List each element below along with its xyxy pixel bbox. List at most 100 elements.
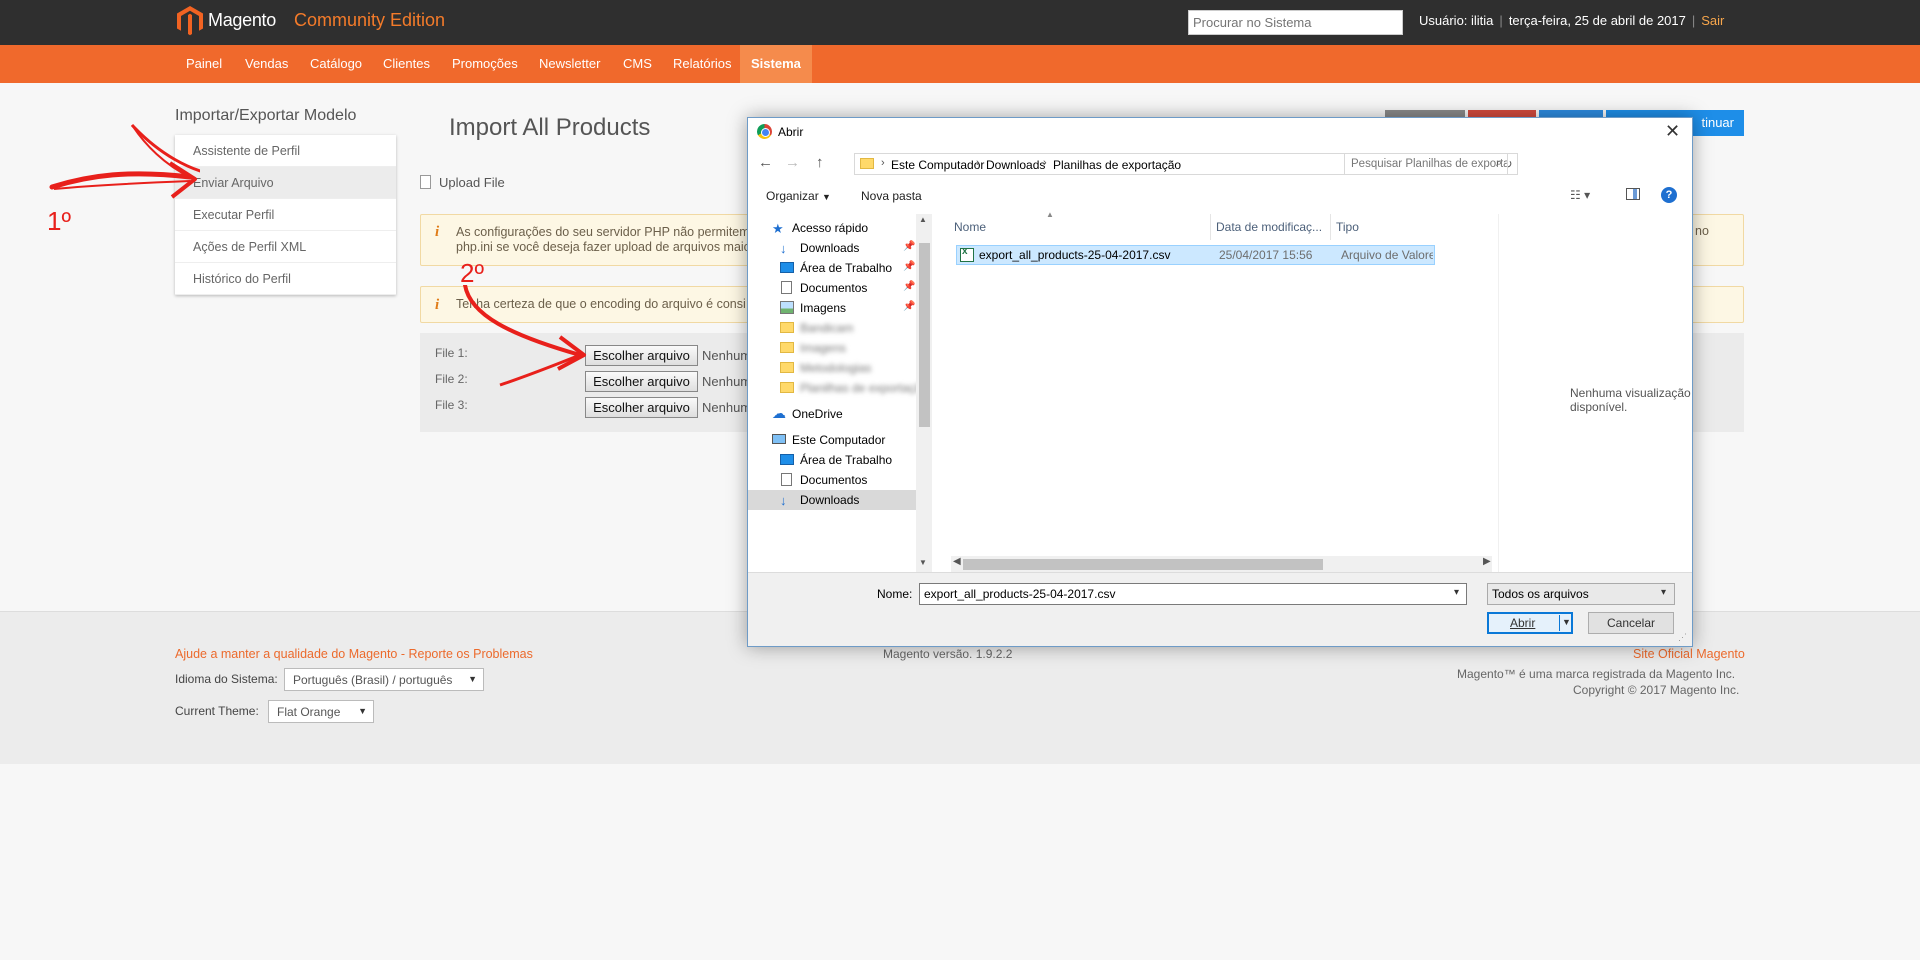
- chevron-down-icon: ▼: [468, 674, 477, 684]
- new-folder-button[interactable]: Nova pasta: [861, 189, 922, 203]
- file-3-choose-button[interactable]: Escolher arquivo: [585, 397, 698, 418]
- chevron-right-icon: ›: [976, 157, 980, 169]
- up-arrow-icon[interactable]: ↑: [816, 154, 824, 171]
- nav-pc-downloads[interactable]: ↓ Downloads: [748, 490, 916, 510]
- documents-icon: [781, 281, 792, 294]
- nav-sistema[interactable]: Sistema: [740, 45, 812, 83]
- upload-file-heading: Upload File: [420, 175, 505, 190]
- nav-downloads[interactable]: ↓ Downloads 📌: [748, 238, 916, 258]
- file-list-hscroll-thumb[interactable]: [963, 559, 1323, 570]
- nav-pc-documents[interactable]: Documentos: [748, 470, 916, 490]
- column-divider: [1210, 214, 1211, 240]
- folder-icon: [780, 382, 794, 393]
- pin-icon: 📌: [903, 241, 916, 252]
- nav-vendas[interactable]: Vendas: [234, 45, 299, 83]
- nav-pc-desktop[interactable]: Área de Trabalho: [748, 450, 916, 470]
- nav-catalogo[interactable]: Catálogo: [299, 45, 373, 83]
- nav-this-pc[interactable]: Este Computador: [748, 430, 916, 450]
- dialog-titlebar[interactable]: [748, 118, 1692, 146]
- nav-cms[interactable]: CMS: [612, 45, 663, 83]
- nav-folder-methodologies[interactable]: Metodologias: [748, 358, 916, 378]
- folder-icon: [780, 322, 794, 333]
- magento-logo-icon[interactable]: [177, 6, 203, 36]
- sort-up-icon: ▲: [1046, 210, 1054, 219]
- magento-version: Magento versão. 1.9.2.2: [883, 647, 1013, 661]
- chevron-down-icon[interactable]: ▼: [1562, 617, 1571, 627]
- forward-arrow-icon[interactable]: →: [785, 154, 800, 171]
- back-arrow-icon[interactable]: ←: [758, 154, 773, 171]
- chevron-down-icon[interactable]: ▾: [1661, 587, 1666, 598]
- dialog-title: Abrir: [778, 125, 804, 139]
- star-icon: ★: [772, 221, 784, 236]
- sidebar-tabs: Assistente de Perfil Enviar Arquivo Exec…: [175, 135, 396, 295]
- computer-icon: [772, 434, 786, 444]
- sidebar-item-run-profile[interactable]: Executar Perfil: [175, 199, 396, 231]
- chevron-up-icon[interactable]: ▲: [919, 215, 927, 224]
- nav-label: Downloads: [800, 241, 860, 255]
- theme-label: Current Theme:: [175, 704, 259, 718]
- chevron-right-icon: ›: [881, 157, 885, 169]
- sidebar-item-upload-file[interactable]: Enviar Arquivo: [175, 167, 396, 199]
- report-issues-link[interactable]: Ajude a manter a qualidade do Magento - …: [175, 647, 533, 661]
- nav-label: Imagens: [800, 341, 847, 355]
- navigation-scroll-thumb[interactable]: [919, 243, 930, 427]
- column-type[interactable]: Tipo: [1336, 220, 1359, 234]
- nav-clientes[interactable]: Clientes: [372, 45, 441, 83]
- file-2-choose-button[interactable]: Escolher arquivo: [585, 371, 698, 392]
- file-3-label: File 3:: [435, 398, 468, 412]
- sidebar-item-profile-wizard[interactable]: Assistente de Perfil: [175, 135, 396, 167]
- open-button[interactable]: Abrir ▼: [1487, 612, 1573, 634]
- annotation-step-1: 1º: [47, 206, 71, 236]
- sidebar-item-xml-actions[interactable]: Ações de Perfil XML: [175, 231, 396, 263]
- excel-file-icon: [960, 246, 974, 262]
- upload-file-label: Upload File: [439, 175, 505, 190]
- resize-grip-icon[interactable]: ⋰: [1678, 632, 1687, 643]
- theme-select[interactable]: Flat Orange ▼: [268, 700, 374, 723]
- nav-relatorios[interactable]: Relatórios: [662, 45, 743, 83]
- trademark-text: Magento™ é uma marca registrada da Magen…: [1457, 667, 1736, 681]
- nav-folder-bandicam[interactable]: Bandicam: [748, 318, 916, 338]
- global-search-input[interactable]: [1188, 10, 1403, 35]
- chevron-left-icon[interactable]: ◀: [953, 556, 961, 567]
- nav-documents[interactable]: Documentos 📌: [748, 278, 916, 298]
- nav-promocoes[interactable]: Promoções: [441, 45, 529, 83]
- official-site-link[interactable]: Site Oficial Magento: [1633, 647, 1745, 661]
- pin-icon: 📌: [903, 301, 916, 312]
- info-icon: i: [435, 224, 440, 240]
- cancel-button[interactable]: Cancelar: [1588, 612, 1674, 634]
- chevron-right-icon[interactable]: ▶: [1483, 556, 1491, 567]
- nav-desktop[interactable]: Área de Trabalho 📌: [748, 258, 916, 278]
- file-type-filter[interactable]: Todos os arquivos: [1487, 583, 1675, 605]
- language-value: Português (Brasil) / português: [293, 673, 453, 687]
- preview-pane-icon[interactable]: [1626, 188, 1640, 200]
- organize-menu[interactable]: Organizar ▼: [766, 189, 831, 203]
- file-row[interactable]: export_all_products-25-04-2017.csv 25/04…: [956, 245, 1435, 265]
- chevron-down-icon[interactable]: ▼: [919, 558, 927, 567]
- close-icon[interactable]: ✕: [1665, 121, 1680, 142]
- nav-newsletter[interactable]: Newsletter: [528, 45, 611, 83]
- logout-link[interactable]: Sair: [1701, 13, 1724, 28]
- view-options-icon[interactable]: ☷ ▾: [1570, 188, 1590, 202]
- nav-label: Documentos: [800, 473, 868, 487]
- nav-onedrive[interactable]: ☁ OneDrive: [748, 404, 916, 424]
- help-icon[interactable]: ?: [1661, 187, 1677, 203]
- nav-folder-images[interactable]: Imagens: [748, 338, 916, 358]
- nav-images[interactable]: Imagens 📌: [748, 298, 916, 318]
- breadcrumb-this-pc[interactable]: Este Computador: [891, 158, 984, 172]
- chevron-down-icon: ▼: [822, 192, 831, 202]
- language-select[interactable]: Português (Brasil) / português ▼: [284, 668, 484, 691]
- column-name[interactable]: Nome: [954, 220, 986, 234]
- nav-folder-export-sheets[interactable]: Planilhas de exportação: [748, 378, 916, 398]
- dialog-search-input-box[interactable]: Pesquisar Planilhas de exporta... ⌕: [1344, 153, 1508, 175]
- file-name-input[interactable]: export_all_products-25-04-2017.csv: [919, 583, 1467, 605]
- nav-painel[interactable]: Painel: [175, 45, 233, 83]
- user-info: Usuário: ilitia | terça-feira, 25 de abril…: [1419, 13, 1725, 28]
- column-modified[interactable]: Data de modificaç...: [1216, 220, 1322, 234]
- nav-quick-access[interactable]: ★ Acesso rápido: [748, 218, 916, 238]
- breadcrumb-downloads[interactable]: Downloads: [986, 158, 1045, 172]
- chevron-down-icon[interactable]: ▾: [1454, 587, 1459, 598]
- breadcrumb-export-sheets[interactable]: Planilhas de exportação: [1053, 158, 1181, 172]
- sidebar-item-profile-history[interactable]: Histórico do Perfil: [175, 263, 396, 295]
- chevron-down-icon: ▼: [358, 706, 367, 716]
- file-1-choose-button[interactable]: Escolher arquivo: [585, 345, 698, 366]
